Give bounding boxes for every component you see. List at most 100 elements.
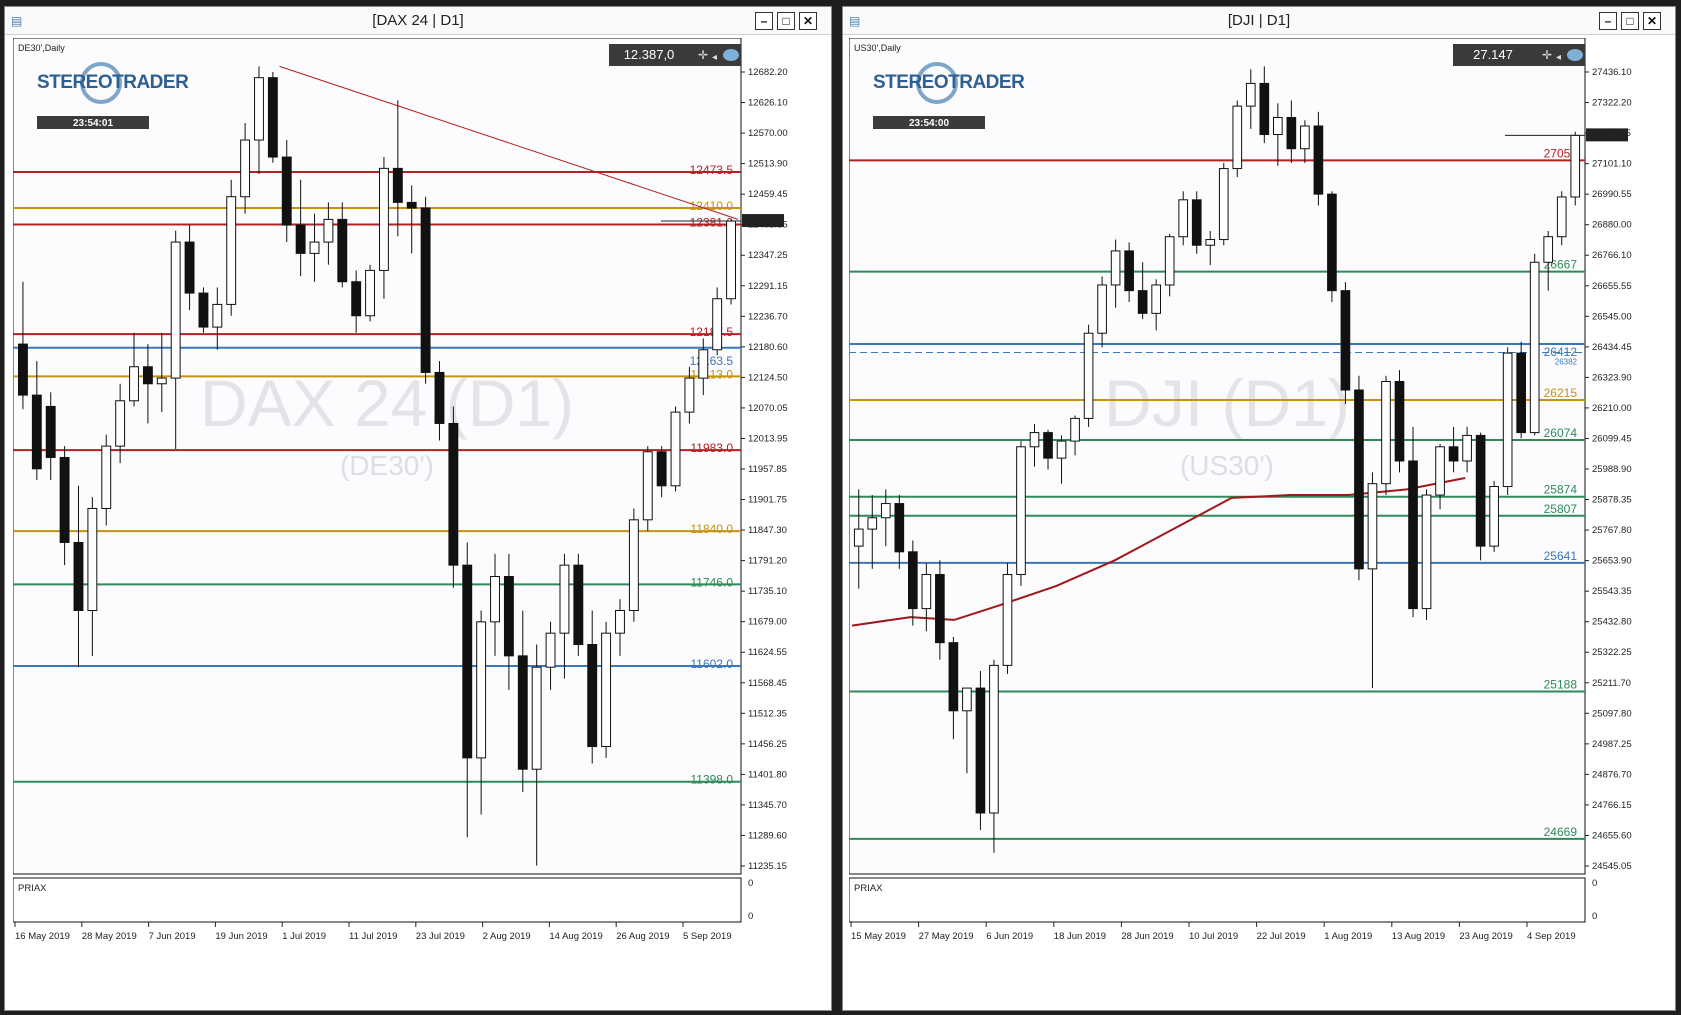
candle-body[interactable]: [545, 632, 556, 668]
candle-body[interactable]: [1327, 193, 1337, 292]
candle-body[interactable]: [642, 451, 653, 521]
candle-body[interactable]: [1340, 290, 1351, 391]
candle-body[interactable]: [1151, 284, 1161, 314]
candle-body[interactable]: [267, 77, 278, 158]
dji-chart[interactable]: US30',Daily STEREOTRADER 23:54:00 DJI (D1) (…: [848, 37, 1675, 1006]
candle-body[interactable]: [1232, 105, 1243, 170]
candle-body[interactable]: [1164, 236, 1175, 286]
candle-body[interactable]: [462, 564, 473, 759]
candle-body[interactable]: [1462, 434, 1472, 462]
candle-body[interactable]: [240, 139, 251, 198]
candle-body[interactable]: [894, 503, 905, 553]
candle-body[interactable]: [1056, 440, 1067, 459]
candle-body[interactable]: [254, 77, 264, 141]
candle-body[interactable]: [31, 394, 42, 470]
candle-body[interactable]: [115, 400, 126, 447]
dji-chart-window[interactable]: ▤ [DJI | D1] – □ ✕ US30',Daily STEREOTRAD…: [842, 6, 1676, 1011]
minimize-button[interactable]: –: [1599, 12, 1617, 30]
candle-body[interactable]: [1529, 261, 1540, 434]
candle-body[interactable]: [1421, 494, 1432, 610]
candle-body[interactable]: [853, 528, 864, 547]
candle-body[interactable]: [1286, 116, 1297, 150]
candle-body[interactable]: [1273, 116, 1283, 136]
candle-body[interactable]: [1556, 196, 1567, 238]
candle-body[interactable]: [420, 207, 431, 373]
candle-body[interactable]: [656, 451, 667, 487]
candle-body[interactable]: [1002, 574, 1013, 666]
candle-body[interactable]: [1300, 125, 1310, 150]
close-button[interactable]: ✕: [799, 12, 817, 30]
candle-body[interactable]: [559, 564, 570, 634]
dax-chart[interactable]: DE30',DailySTEREOTRADER23:54:01DAX 24 (D…: [12, 37, 831, 1006]
candle-body[interactable]: [615, 610, 625, 634]
candle-body[interactable]: [226, 196, 237, 305]
candle-body[interactable]: [142, 366, 153, 385]
candle-body[interactable]: [1137, 290, 1148, 314]
candle-body[interactable]: [392, 167, 403, 203]
candle-body[interactable]: [1016, 446, 1026, 576]
candle-body[interactable]: [1245, 82, 1256, 107]
candle-body[interactable]: [1043, 432, 1053, 459]
candle-body[interactable]: [684, 377, 695, 413]
candle-body[interactable]: [1205, 239, 1216, 246]
candle-body[interactable]: [1367, 483, 1378, 570]
candle-body[interactable]: [448, 422, 459, 566]
candle-body[interactable]: [921, 574, 932, 610]
candle-body[interactable]: [1381, 380, 1391, 485]
candle-body[interactable]: [59, 456, 70, 543]
candle-body[interactable]: [573, 564, 584, 646]
candle-body[interactable]: [101, 445, 112, 509]
candle-body[interactable]: [323, 218, 334, 243]
candle-body[interactable]: [45, 405, 56, 458]
candle-body[interactable]: [628, 519, 639, 612]
title-bar[interactable]: ▤ [DJI | D1] – □ ✕: [843, 7, 1675, 35]
candle-body[interactable]: [129, 366, 139, 402]
indicator-pane[interactable]: [12, 877, 742, 923]
candle-body[interactable]: [184, 241, 195, 294]
candle-body[interactable]: [1191, 199, 1202, 246]
candle-body[interactable]: [351, 281, 362, 317]
indicator-pane[interactable]: [848, 877, 1586, 923]
candle-body[interactable]: [365, 269, 376, 317]
candle-body[interactable]: [87, 507, 98, 612]
candle-body[interactable]: [156, 377, 167, 385]
candle-body[interactable]: [476, 621, 487, 759]
candle-body[interactable]: [948, 642, 959, 712]
candle-body[interactable]: [1489, 486, 1499, 547]
candle-body[interactable]: [309, 241, 320, 254]
candle-body[interactable]: [73, 541, 84, 612]
candle-body[interactable]: [17, 343, 28, 396]
candle-body[interactable]: [1475, 434, 1486, 547]
candle-body[interactable]: [406, 201, 417, 209]
candle-body[interactable]: [1083, 332, 1094, 419]
close-button[interactable]: ✕: [1643, 12, 1661, 30]
candle-body[interactable]: [601, 632, 612, 748]
candle-body[interactable]: [908, 551, 918, 610]
candle-body[interactable]: [503, 575, 514, 657]
candle-body[interactable]: [212, 303, 223, 328]
candle-body[interactable]: [1029, 432, 1040, 448]
candle-body[interactable]: [698, 349, 709, 379]
title-bar[interactable]: ▤ [DAX 24 | D1] – □ ✕: [5, 7, 831, 35]
candle-body[interactable]: [337, 218, 348, 283]
maximize-button[interactable]: □: [1621, 12, 1639, 30]
candle-body[interactable]: [1354, 389, 1364, 570]
minimize-button[interactable]: –: [755, 12, 773, 30]
candle-body[interactable]: [1570, 134, 1581, 198]
candle-body[interactable]: [434, 371, 445, 424]
candle-body[interactable]: [1543, 236, 1554, 263]
candle-body[interactable]: [726, 220, 737, 300]
candle-body[interactable]: [1408, 460, 1418, 610]
toggle-icon[interactable]: [723, 49, 739, 61]
candle-body[interactable]: [962, 687, 972, 712]
candle-body[interactable]: [1394, 380, 1405, 462]
candle-body[interactable]: [1097, 284, 1107, 334]
candle-body[interactable]: [1259, 82, 1270, 136]
candle-body[interactable]: [1313, 125, 1324, 195]
maximize-button[interactable]: □: [777, 12, 795, 30]
candle-body[interactable]: [490, 575, 500, 623]
candle-body[interactable]: [1448, 446, 1459, 462]
candle-body[interactable]: [670, 411, 681, 487]
toggle-icon[interactable]: [1567, 49, 1583, 61]
candle-body[interactable]: [198, 292, 209, 328]
